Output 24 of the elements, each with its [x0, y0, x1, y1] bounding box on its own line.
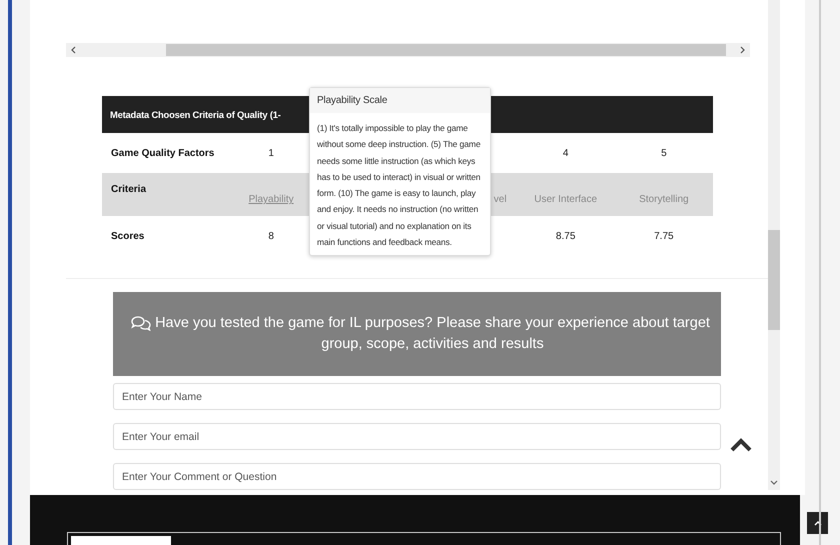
back-to-top-button[interactable] — [807, 512, 828, 534]
table-cell: 1 — [268, 148, 274, 158]
vertical-scrollbar[interactable] — [768, 0, 780, 490]
table-cell: vel — [494, 194, 507, 205]
table-cell: 4 — [562, 148, 568, 158]
row-label: Criteria — [110, 184, 148, 197]
table-cell: 5 — [661, 148, 667, 158]
table-cell: 8.75 — [556, 230, 576, 242]
input-field[interactable]: Enter Your email — [113, 423, 721, 450]
input-field[interactable]: Enter Your Name — [113, 383, 721, 410]
tooltip-title: Playability Scale — [310, 88, 490, 113]
table-cell: 7.75 — [654, 230, 674, 242]
feedback-heading: Have you tested the game for IL purposes? Please share your experience about target group, scope, activities and results — [154, 314, 711, 354]
chat-icon — [131, 315, 151, 331]
table-cell: 8 — [268, 230, 274, 242]
row-label: Scores — [110, 230, 146, 242]
table-cell[interactable]: Playability — [248, 194, 294, 205]
row-label: Game Quality Factors — [110, 148, 216, 158]
chevron-up-icon[interactable] — [730, 438, 752, 452]
input-field[interactable]: Enter Your Comment or Question — [113, 463, 721, 490]
horizontal-scrollbar[interactable] — [66, 43, 750, 57]
table-cell: Storytelling — [639, 194, 689, 205]
table-cell: User Interface — [534, 194, 598, 205]
scrollbar-thumb[interactable] — [768, 230, 780, 330]
